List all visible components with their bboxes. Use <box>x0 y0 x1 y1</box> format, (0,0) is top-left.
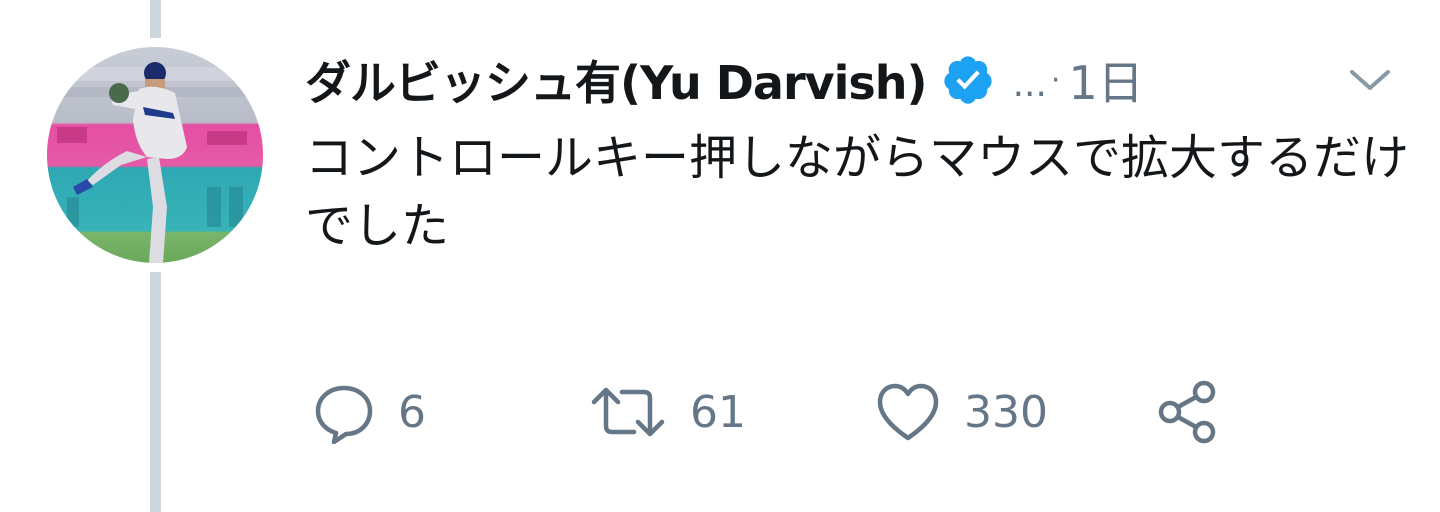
like-count: 330 <box>964 386 1048 438</box>
share-button[interactable] <box>1154 372 1226 452</box>
retweet-count: 61 <box>690 386 746 438</box>
reply-button[interactable]: 6 <box>312 372 426 452</box>
retweet-icon <box>591 387 665 437</box>
tweet-text: コントロールキー押しながらマウスで拡大するだけでした <box>305 130 1410 254</box>
tweet-header: ダルビッシュ有(Yu Darvish) ... · 1日 <box>305 46 1144 114</box>
share-icon <box>1158 380 1216 444</box>
verified-badge-icon <box>941 53 995 107</box>
heart-icon <box>877 383 939 441</box>
tweet-actions: 6 61 330 <box>0 372 1440 452</box>
retweet-button[interactable]: 61 <box>588 372 746 452</box>
chevron-down-icon[interactable] <box>1346 64 1394 96</box>
like-button[interactable]: 330 <box>874 372 1048 452</box>
header-ellipsis: ... <box>1012 63 1047 105</box>
reply-count: 6 <box>398 386 426 438</box>
author-display-name[interactable]: ダルビッシュ有(Yu Darvish) <box>305 47 928 113</box>
header-separator: · <box>1050 62 1061 98</box>
reply-icon <box>315 385 373 444</box>
tweet-timestamp[interactable]: 1日 <box>1068 47 1143 113</box>
thread-line-top <box>150 0 161 38</box>
baseball-pitcher-avatar-icon <box>47 47 263 263</box>
avatar[interactable] <box>47 47 263 263</box>
